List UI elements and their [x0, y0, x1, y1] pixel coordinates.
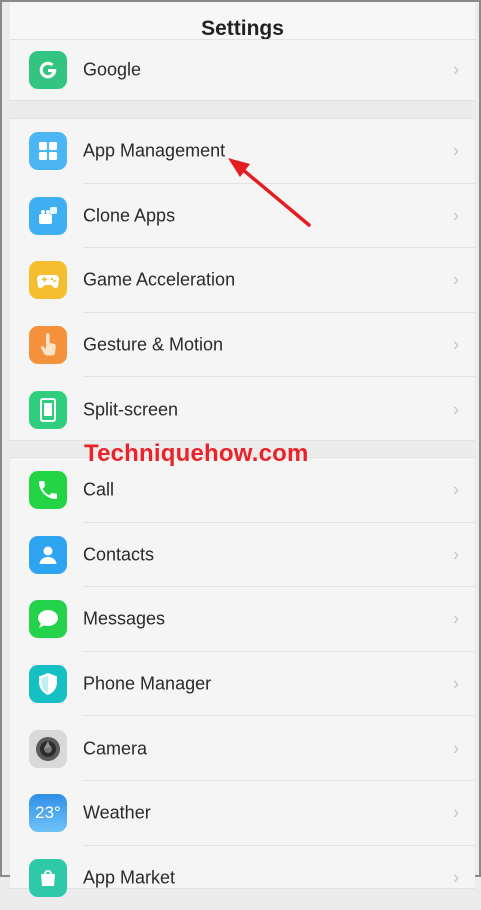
settings-item-weather[interactable]: 23° Weather ›	[10, 781, 475, 846]
shield-icon	[29, 665, 67, 704]
weather-icon: 23°	[29, 794, 67, 833]
settings-item-label: Contacts	[83, 544, 155, 565]
settings-item-google[interactable]: Google ›	[10, 40, 475, 100]
settings-group-top: Google ›	[10, 39, 475, 101]
weather-icon-temperature: 23°	[35, 803, 61, 823]
settings-item-app-management[interactable]: App Management ›	[10, 119, 475, 184]
chevron-right-icon: ›	[453, 544, 459, 565]
settings-item-label: Camera	[83, 738, 148, 759]
phone-icon	[29, 471, 67, 510]
chevron-right-icon: ›	[453, 608, 459, 629]
settings-item-label: Call	[83, 479, 115, 500]
clone-apps-icon	[29, 196, 67, 235]
settings-item-label: Split-screen	[83, 399, 179, 420]
settings-item-label: Gesture & Motion	[83, 334, 224, 355]
settings-item-clone-apps[interactable]: Clone Apps ›	[10, 184, 475, 249]
settings-item-label: Messages	[83, 608, 166, 629]
settings-item-label: App Market	[83, 867, 176, 888]
message-bubble-icon	[29, 600, 67, 639]
settings-item-split-screen[interactable]: Split-screen ›	[10, 377, 475, 442]
app-grid-icon	[29, 132, 67, 171]
settings-item-label: Phone Manager	[83, 673, 212, 694]
settings-item-label: Google	[83, 59, 142, 80]
chevron-right-icon: ›	[453, 334, 459, 355]
chevron-right-icon: ›	[453, 867, 459, 888]
split-screen-icon	[29, 390, 67, 429]
settings-item-phone-manager[interactable]: Phone Manager ›	[10, 652, 475, 717]
chevron-right-icon: ›	[453, 399, 459, 420]
watermark-text: Techniquehow.com	[84, 440, 309, 467]
settings-item-label: Weather	[83, 802, 151, 823]
settings-item-camera[interactable]: Camera ›	[10, 716, 475, 781]
chevron-right-icon: ›	[453, 738, 459, 759]
settings-item-label: Game Acceleration	[83, 269, 236, 290]
settings-item-messages[interactable]: Messages ›	[10, 587, 475, 652]
settings-item-label: App Management	[83, 140, 226, 161]
market-icon	[29, 858, 67, 897]
chevron-right-icon: ›	[453, 673, 459, 694]
settings-item-app-market[interactable]: App Market ›	[10, 846, 475, 910]
chevron-right-icon: ›	[453, 269, 459, 290]
settings-group-system: App Management › Clone Apps › Game Accel…	[10, 118, 475, 441]
chevron-right-icon: ›	[453, 59, 459, 80]
hand-pointer-icon	[29, 326, 67, 365]
camera-lens-icon	[29, 729, 67, 768]
chevron-right-icon: ›	[453, 205, 459, 226]
chevron-right-icon: ›	[453, 140, 459, 161]
contact-person-icon	[29, 535, 67, 574]
settings-item-gesture-motion[interactable]: Gesture & Motion ›	[10, 313, 475, 378]
settings-item-game-acceleration[interactable]: Game Acceleration ›	[10, 248, 475, 313]
settings-item-contacts[interactable]: Contacts ›	[10, 523, 475, 588]
chevron-right-icon: ›	[453, 479, 459, 500]
gamepad-icon	[29, 261, 67, 300]
chevron-right-icon: ›	[453, 802, 459, 823]
settings-item-label: Clone Apps	[83, 205, 176, 226]
google-icon	[29, 51, 67, 89]
settings-group-apps: Call › Contacts › Messages › Phone Manag…	[10, 457, 475, 897]
